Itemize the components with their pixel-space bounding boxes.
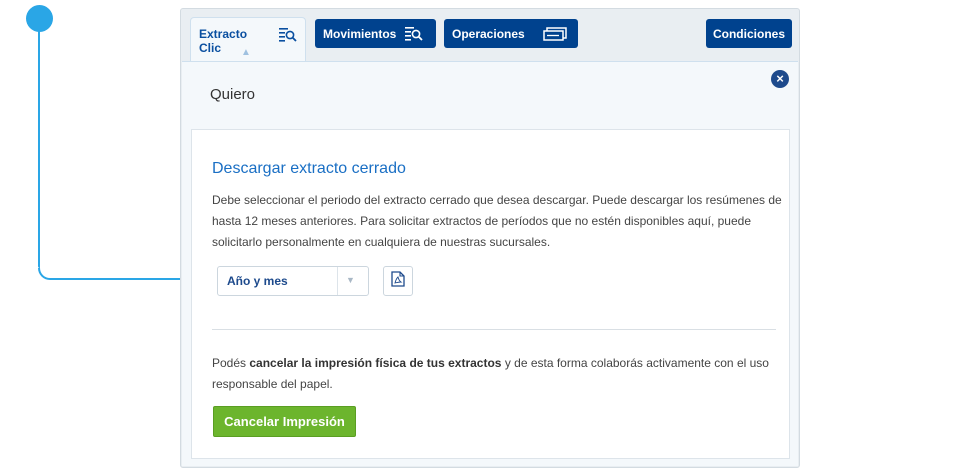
chevron-down-icon: ▼ [346, 275, 355, 285]
cancel-print-button[interactable]: Cancelar Impresión [213, 406, 356, 437]
pdf-download-button[interactable] [383, 266, 413, 296]
period-select[interactable]: Año y mes ▼ [217, 266, 369, 296]
page: Extracto Clic ▲ Movimientos Operaciones … [0, 0, 960, 475]
list-search-icon [279, 27, 297, 42]
section-divider [212, 329, 776, 330]
tab-bar: Extracto Clic ▲ Movimientos Operaciones … [181, 9, 799, 62]
tab-extracto-clic[interactable]: Extracto Clic ▲ [190, 17, 306, 62]
tab-movimientos-label: Movimientos [323, 26, 397, 41]
note-prefix: Podés [212, 356, 250, 370]
note-emphasis: cancelar la impresión física de tus extr… [249, 356, 502, 370]
extracto-panel: × Quiero Descargar extracto cerrado Debe… [182, 61, 798, 466]
print-cancel-note: Podés cancelar la impresión física de tu… [212, 353, 787, 395]
period-select-value: Año y mes [227, 274, 288, 288]
callout-connector [38, 30, 40, 268]
pdf-document-icon [391, 270, 405, 292]
tab-extracto-label: Extracto Clic [199, 27, 248, 55]
tab-operaciones-label: Operaciones [452, 26, 525, 41]
card-heading: Descargar extracto cerrado [212, 160, 406, 177]
tab-condiciones-label: Condiciones [712, 26, 785, 41]
callout-marker [26, 5, 53, 32]
tab-movimientos[interactable]: Movimientos [315, 19, 436, 48]
chevron-up-icon: ▲ [241, 47, 251, 58]
download-card: Descargar extracto cerrado Debe seleccio… [191, 129, 790, 459]
close-icon[interactable]: × [771, 70, 789, 88]
extracto-widget: Extracto Clic ▲ Movimientos Operaciones … [180, 8, 800, 468]
tab-condiciones[interactable]: Condiciones [706, 19, 792, 48]
tab-operaciones[interactable]: Operaciones [444, 19, 578, 48]
list-search-icon [404, 26, 424, 41]
panel-title: Quiero [210, 86, 256, 103]
card-description: Debe seleccionar el periodo del extracto… [212, 193, 782, 249]
transfer-icon [542, 26, 567, 41]
select-divider [337, 267, 338, 295]
